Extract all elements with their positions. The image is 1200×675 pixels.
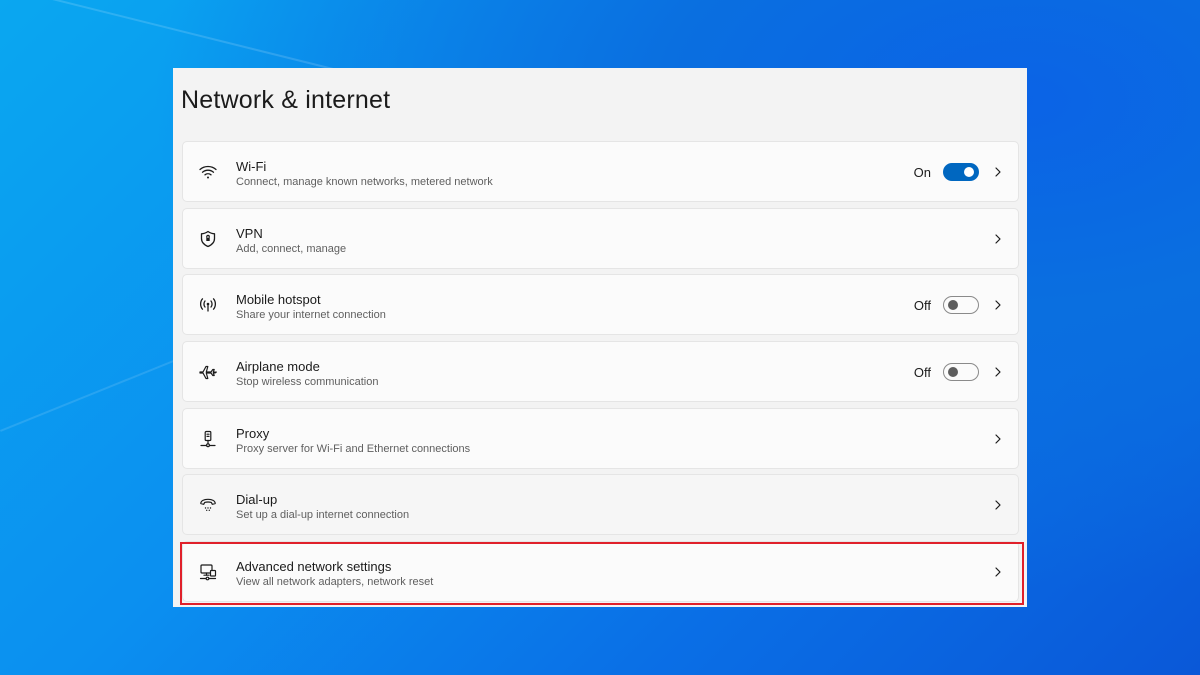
setting-title: Wi-Fi: [236, 159, 267, 174]
chevron-right-icon: [995, 300, 1001, 310]
setting-title: Mobile hotspot: [236, 292, 321, 307]
wifi-toggle[interactable]: [943, 163, 979, 181]
toggle-state-label: On: [913, 165, 931, 180]
toggle-state-label: Off: [913, 298, 931, 313]
toggle-knob: [964, 167, 974, 177]
chevron-right-icon: [995, 567, 1001, 577]
proxy-icon: [197, 428, 219, 450]
setting-description: Stop wireless communication: [236, 376, 379, 388]
vpn-shield-icon: [197, 228, 219, 250]
setting-title: Advanced network settings: [236, 559, 392, 574]
dialup-phone-icon: [197, 494, 219, 516]
setting-description: Set up a dial-up internet connection: [236, 509, 410, 521]
chevron-right-icon: [995, 234, 1001, 244]
network-adapter-icon: [197, 561, 219, 583]
setting-description: Share your internet connection: [236, 309, 386, 321]
setting-description: View all network adapters, network reset: [236, 576, 434, 588]
airplane-icon: [197, 361, 219, 383]
wifi-icon: [197, 161, 219, 183]
toggle-knob: [948, 367, 958, 377]
chevron-right-icon: [995, 500, 1001, 510]
chevron-right-icon: [995, 367, 1001, 377]
setting-row-proxy[interactable]: Proxy Proxy server for Wi-Fi and Etherne…: [182, 408, 1019, 469]
page-title: Network & internet: [181, 86, 391, 114]
setting-description: Add, connect, manage: [236, 243, 347, 255]
setting-row-dial-up[interactable]: Dial-up Set up a dial-up internet connec…: [182, 474, 1019, 535]
chevron-right-icon: [995, 167, 1001, 177]
setting-title: VPN: [236, 226, 263, 241]
toggle-state-label: Off: [913, 365, 931, 380]
setting-row-mobile-hotspot[interactable]: Mobile hotspot Share your internet conne…: [182, 274, 1019, 335]
setting-row-wifi[interactable]: Wi-Fi Connect, manage known networks, me…: [182, 141, 1019, 202]
hotspot-icon: [197, 294, 219, 316]
setting-title: Proxy: [236, 426, 270, 441]
settings-window: Network & internet Wi-Fi Connect, manage…: [173, 68, 1027, 607]
mobile-hotspot-toggle[interactable]: [943, 296, 979, 314]
setting-title: Dial-up: [236, 492, 278, 507]
setting-row-vpn[interactable]: VPN Add, connect, manage: [182, 208, 1019, 269]
setting-row-advanced-network-settings[interactable]: Advanced network settings View all netwo…: [182, 541, 1019, 602]
setting-description: Connect, manage known networks, metered …: [236, 176, 493, 188]
toggle-knob: [948, 300, 958, 310]
chevron-right-icon: [995, 434, 1001, 444]
setting-title: Airplane mode: [236, 359, 320, 374]
setting-row-airplane-mode[interactable]: Airplane mode Stop wireless communicatio…: [182, 341, 1019, 402]
airplane-mode-toggle[interactable]: [943, 363, 979, 381]
setting-description: Proxy server for Wi-Fi and Ethernet conn…: [236, 443, 471, 455]
